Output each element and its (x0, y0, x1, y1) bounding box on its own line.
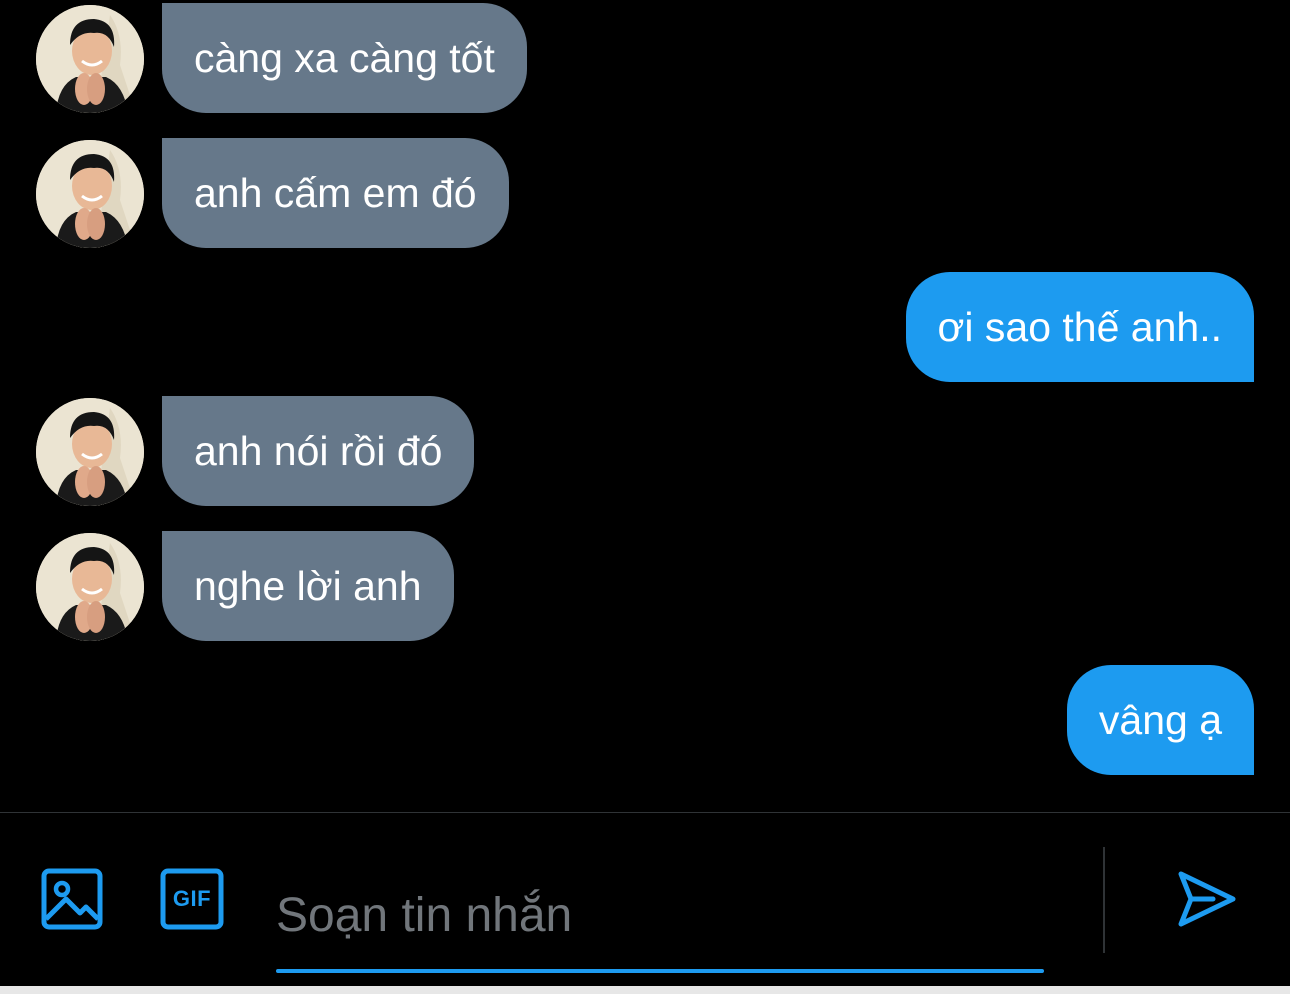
avatar-photo (36, 5, 144, 113)
message-text: vâng ạ (1098, 696, 1222, 743)
message-text: anh cấm em đó (194, 169, 477, 216)
send-icon (1178, 871, 1236, 927)
send-button[interactable] (1172, 865, 1240, 933)
avatar[interactable] (36, 533, 144, 641)
message-composer: GIF (0, 812, 1290, 994)
avatar-photo (36, 398, 144, 506)
message-bubble-outgoing[interactable]: vâng ạ (1066, 665, 1254, 775)
message-text: nghe lời anh (194, 562, 422, 609)
composer-divider (1103, 847, 1105, 953)
message-bubble-incoming[interactable]: càng xa càng tốt (162, 3, 527, 113)
message-text: càng xa càng tốt (194, 34, 495, 81)
avatar[interactable] (36, 398, 144, 506)
message-input-wrapper (276, 863, 1044, 973)
dm-conversation: càng xa càng tốt anh cấm em đó ơi sao th… (0, 0, 1290, 994)
avatar-photo (36, 533, 144, 641)
avatar[interactable] (36, 140, 144, 248)
message-input[interactable] (276, 863, 1044, 967)
input-focus-underline (276, 969, 1044, 973)
add-image-button[interactable] (38, 865, 106, 933)
message-bubble-outgoing[interactable]: ơi sao thế anh.. (905, 272, 1254, 382)
gif-label: GIF (172, 886, 212, 911)
image-icon (41, 868, 103, 930)
avatar-photo (36, 140, 144, 248)
message-text: ơi sao thế anh.. (937, 303, 1222, 350)
bottom-edge (0, 986, 1290, 994)
message-bubble-incoming[interactable]: anh nói rồi đó (162, 396, 475, 506)
avatar[interactable] (36, 5, 144, 113)
message-text: anh nói rồi đó (194, 427, 443, 474)
add-gif-button[interactable]: GIF (158, 865, 226, 933)
message-bubble-incoming[interactable]: nghe lời anh (162, 531, 454, 641)
message-bubble-incoming[interactable]: anh cấm em đó (162, 138, 509, 248)
